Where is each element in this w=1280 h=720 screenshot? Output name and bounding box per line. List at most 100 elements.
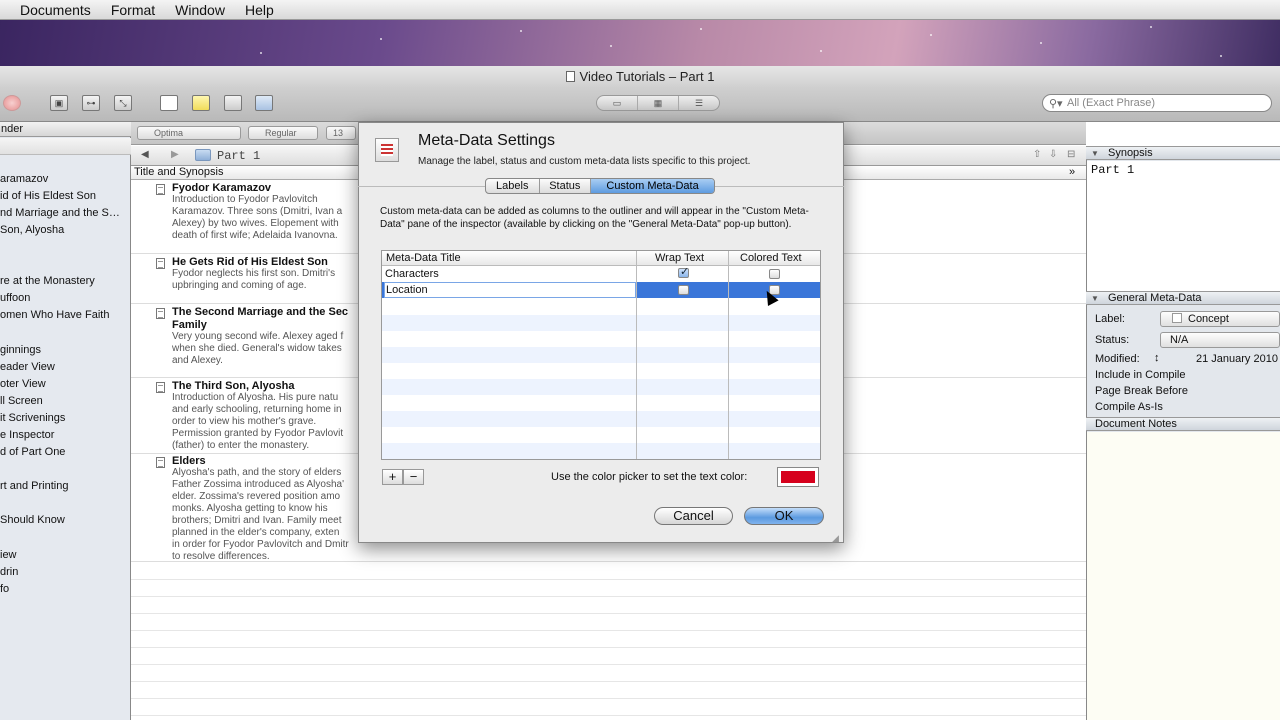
wrap-text-checkbox[interactable]: ✓ bbox=[678, 266, 690, 278]
binder-item[interactable]: oter View bbox=[0, 378, 46, 390]
binder-item[interactable]: ll Screen bbox=[0, 395, 43, 407]
link-icon[interactable] bbox=[255, 95, 273, 111]
binder-item[interactable]: id of His Eldest Son bbox=[0, 190, 96, 202]
table-row-selected[interactable]: Location bbox=[382, 282, 820, 298]
column-divider bbox=[636, 251, 637, 459]
tab-custom-metadata[interactable]: Custom Meta-Data bbox=[591, 179, 714, 193]
back-arrow-icon[interactable]: ◀ bbox=[141, 149, 149, 160]
outline-row-synopsis: Very young second wife. Alexey aged f wh… bbox=[172, 331, 344, 366]
checkmark-icon: ✓ bbox=[680, 266, 690, 278]
binder-item[interactable]: aramazov bbox=[0, 173, 48, 185]
synopsis-header[interactable]: ▼ Synopsis bbox=[1086, 146, 1280, 160]
fullscreen-icon[interactable]: ⤡ bbox=[114, 95, 132, 111]
ok-button[interactable]: OK bbox=[744, 507, 824, 525]
search-placeholder: All (Exact Phrase) bbox=[1067, 97, 1156, 109]
binder-item[interactable]: rt and Printing bbox=[0, 480, 68, 492]
snapshot-icon[interactable] bbox=[224, 95, 242, 111]
color-picker-label: Use the color picker to set the text col… bbox=[551, 471, 748, 483]
font-family-select[interactable]: Optima bbox=[137, 126, 241, 140]
include-in-compile-label[interactable]: Include in Compile bbox=[1095, 369, 1186, 381]
search-icon: ⚲▾ bbox=[1049, 98, 1063, 110]
menu-bar: Documents Format Window Help bbox=[0, 0, 1280, 20]
column-header-title[interactable]: Meta-Data Title bbox=[386, 252, 461, 264]
colored-text-checkbox[interactable] bbox=[769, 269, 780, 279]
note-icon[interactable] bbox=[192, 95, 210, 111]
keywords-icon[interactable]: ⊶ bbox=[82, 95, 100, 111]
general-metadata-header[interactable]: ▼ General Meta-Data bbox=[1086, 291, 1280, 305]
text-color-well[interactable] bbox=[777, 467, 819, 487]
outline-row-title: Elders bbox=[172, 455, 206, 467]
remove-row-button[interactable]: − bbox=[403, 469, 424, 485]
table-row[interactable]: Characters ✓ bbox=[382, 266, 820, 282]
tab-status[interactable]: Status bbox=[540, 179, 592, 193]
scrivenings-view-icon[interactable]: ▭ bbox=[597, 96, 638, 110]
disclosure-triangle-icon[interactable]: ▼ bbox=[1091, 294, 1099, 303]
menu-window[interactable]: Window bbox=[175, 2, 225, 18]
expand-columns-icon[interactable]: » bbox=[1069, 166, 1075, 179]
synopsis-header-label: Synopsis bbox=[1107, 147, 1153, 159]
down-arrow-icon[interactable]: ⇩ bbox=[1049, 149, 1057, 160]
table-empty-row bbox=[382, 315, 820, 331]
binder-item[interactable]: iew bbox=[0, 549, 17, 561]
binder-item[interactable]: Should Know bbox=[0, 514, 65, 526]
cancel-button[interactable]: Cancel bbox=[654, 507, 733, 525]
dialog-title: Meta-Data Settings bbox=[418, 132, 555, 149]
menu-format[interactable]: Format bbox=[111, 2, 155, 18]
column-header-wrap-text[interactable]: Wrap Text bbox=[655, 252, 704, 264]
document-icon bbox=[565, 71, 575, 82]
outline-row-synopsis: Introduction to Fyodor Pavlovitch Karama… bbox=[172, 194, 343, 241]
binder-item[interactable]: fo bbox=[0, 583, 9, 595]
outline-empty-row bbox=[131, 596, 1086, 597]
dialog-subtitle: Manage the label, status and custom meta… bbox=[418, 156, 751, 167]
font-size-select[interactable]: 13 bbox=[326, 126, 356, 140]
binder-item[interactable]: eader View bbox=[0, 361, 55, 373]
outliner-view-icon[interactable]: ☰ bbox=[679, 96, 719, 110]
status-popup[interactable]: N/A bbox=[1160, 332, 1280, 348]
date-type-toggle-icon[interactable]: ↕ bbox=[1154, 352, 1160, 364]
outline-row-title-continued: Family bbox=[172, 319, 207, 331]
folder-icon bbox=[195, 149, 211, 161]
wrap-text-checkbox[interactable] bbox=[678, 285, 689, 295]
tab-labels[interactable]: Labels bbox=[486, 179, 540, 193]
forward-arrow-icon[interactable]: ▶ bbox=[171, 149, 179, 160]
binder-item[interactable]: e Inspector bbox=[0, 429, 54, 441]
binder-item[interactable]: re at the Monastery bbox=[0, 275, 95, 287]
document-notes-area[interactable] bbox=[1087, 432, 1280, 720]
binder-item[interactable]: Son, Alyosha bbox=[0, 224, 64, 236]
label-popup[interactable]: Concept bbox=[1160, 311, 1280, 327]
metadata-title-cell[interactable]: Characters bbox=[385, 268, 439, 280]
binder-item[interactable]: nd Marriage and the S… bbox=[0, 207, 120, 219]
binder-item[interactable]: uffoon bbox=[0, 292, 30, 304]
page-break-before-label[interactable]: Page Break Before bbox=[1095, 385, 1188, 397]
outline-empty-row bbox=[131, 664, 1086, 665]
binder-item[interactable]: omen Who Have Faith bbox=[0, 309, 109, 321]
add-row-button[interactable]: + bbox=[382, 469, 403, 485]
disclosure-triangle-icon[interactable]: ▼ bbox=[1091, 149, 1099, 158]
up-arrow-icon[interactable]: ⇧ bbox=[1033, 149, 1041, 160]
binder-item[interactable]: drin bbox=[0, 566, 18, 578]
split-editor-icon[interactable]: ⊟ bbox=[1067, 149, 1075, 160]
metadata-title-editor[interactable]: Location bbox=[384, 282, 636, 298]
binder-item[interactable]: ginnings bbox=[0, 344, 41, 356]
compile-as-is-label[interactable]: Compile As-Is bbox=[1095, 401, 1163, 413]
toolbar: ▣ ⊶ ⤡ ▭ ▦ ☰ ⚲▾ All (Exact Phrase) bbox=[0, 88, 1280, 122]
new-document-icon[interactable] bbox=[160, 95, 178, 111]
binder-item[interactable]: d of Part One bbox=[0, 446, 65, 458]
label-field-label: Label: bbox=[1095, 313, 1125, 325]
import-icon[interactable]: ▣ bbox=[50, 95, 68, 111]
binder-item[interactable]: it Scrivenings bbox=[0, 412, 65, 424]
column-header-colored-text[interactable]: Colored Text bbox=[740, 252, 802, 264]
document-notes-header[interactable]: Document Notes bbox=[1086, 417, 1280, 431]
menu-help[interactable]: Help bbox=[245, 2, 274, 18]
menu-documents[interactable]: Documents bbox=[20, 2, 91, 18]
outline-empty-row bbox=[131, 630, 1086, 631]
window-title-bar: Video Tutorials – Part 1 bbox=[0, 66, 1280, 88]
outline-empty-row bbox=[131, 681, 1086, 682]
search-field[interactable]: ⚲▾ All (Exact Phrase) bbox=[1042, 94, 1272, 112]
synopsis-text-area[interactable]: Part 1 bbox=[1087, 161, 1280, 291]
font-style-select[interactable]: Regular bbox=[248, 126, 318, 140]
corkboard-view-icon[interactable]: ▦ bbox=[638, 96, 679, 110]
table-empty-row bbox=[382, 347, 820, 363]
resize-grip-icon[interactable]: ◢ bbox=[832, 533, 839, 544]
no-entry-icon[interactable] bbox=[3, 95, 21, 111]
